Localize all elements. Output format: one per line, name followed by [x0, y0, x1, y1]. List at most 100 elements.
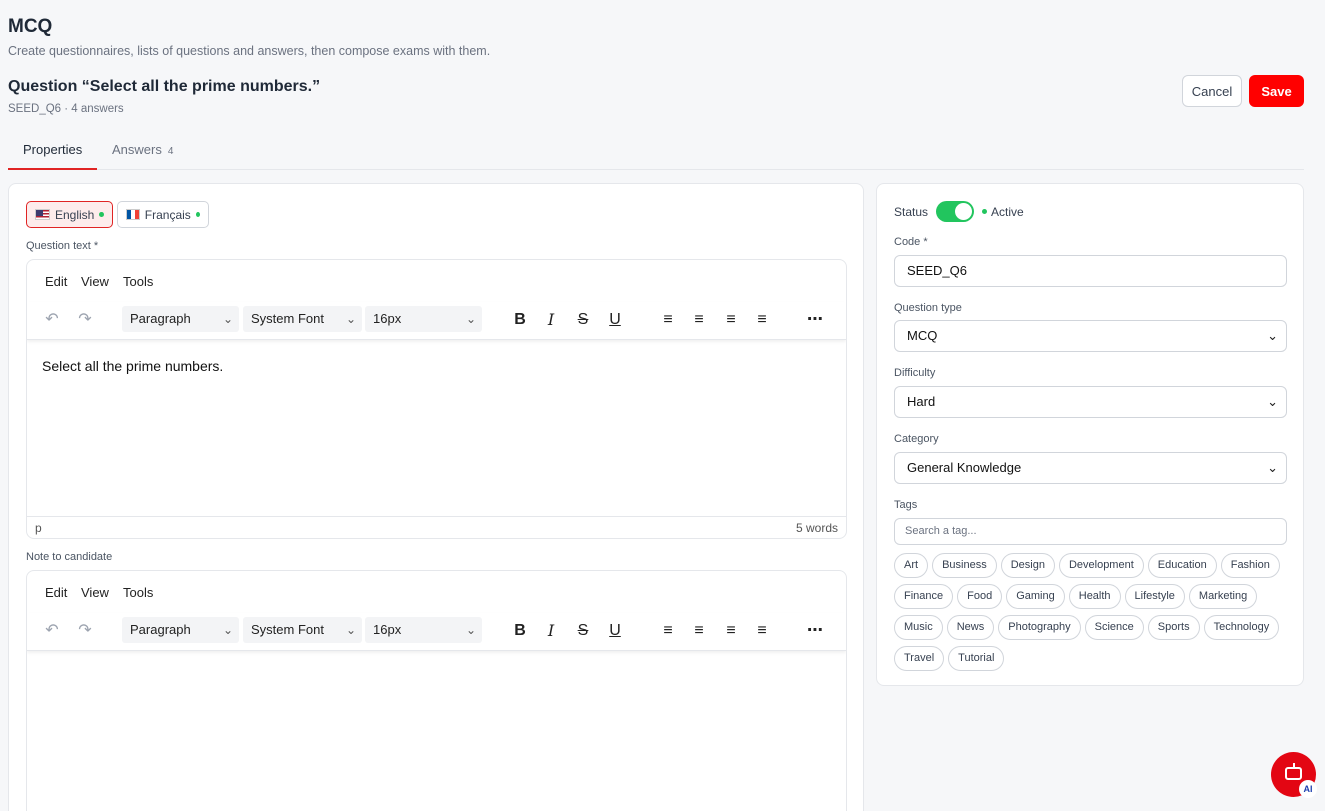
properties-card: Status Active Code * SEED_Q6 Question ty…: [876, 183, 1304, 686]
question-text-label: Question text *: [26, 240, 99, 252]
question-type-select[interactable]: MCQ ⌄: [894, 320, 1287, 352]
assistant-bot-button[interactable]: AI: [1271, 752, 1317, 798]
align-center-icon[interactable]: ≡: [688, 302, 710, 338]
question-text-content[interactable]: Select all the prime numbers.: [42, 358, 223, 374]
note-to-candidate-editor: Edit View Tools ↶ ↷ Paragraph ⌄ System Fo…: [26, 570, 847, 811]
word-count[interactable]: 5 words: [796, 521, 838, 535]
status-dot: [982, 209, 988, 214]
tag-chip[interactable]: News: [946, 615, 995, 640]
font-family-select[interactable]: System Font ⌄: [243, 617, 362, 643]
language-status-dot: [99, 212, 104, 217]
category-select[interactable]: General Knowledge ⌄: [894, 452, 1287, 484]
tab-bar: Properties Answers 4: [8, 130, 1304, 170]
tag-chip[interactable]: Fashion: [1220, 553, 1280, 578]
tag-chip[interactable]: Food: [957, 584, 1003, 609]
tag-chip[interactable]: Sports: [1147, 615, 1200, 640]
status-toggle[interactable]: [936, 201, 975, 222]
tag-chip[interactable]: Design: [1000, 553, 1055, 578]
menu-view[interactable]: View: [81, 585, 109, 600]
tag-chip[interactable]: Finance: [894, 584, 954, 609]
menu-tools[interactable]: Tools: [123, 585, 153, 600]
font-size-value: 16px: [373, 622, 402, 637]
us-flag-icon: [35, 209, 50, 220]
tag-chip[interactable]: Tutorial: [948, 646, 1005, 671]
tag-chip[interactable]: Gaming: [1006, 584, 1065, 609]
menu-view[interactable]: View: [81, 274, 109, 289]
bold-icon[interactable]: B: [509, 613, 531, 649]
align-left-icon[interactable]: ≡: [657, 302, 679, 338]
difficulty-select[interactable]: Hard ⌄: [894, 386, 1287, 418]
chevron-down-icon: ⌄: [1267, 328, 1278, 343]
language-label: English: [55, 207, 95, 222]
chevron-down-icon: ⌄: [345, 312, 356, 326]
italic-icon[interactable]: I: [540, 613, 562, 649]
tag-chip[interactable]: Business: [932, 553, 997, 578]
category-label: Category: [894, 433, 939, 445]
question-type-value: MCQ: [907, 328, 938, 343]
tag-chip[interactable]: Photography: [998, 615, 1081, 640]
align-right-icon[interactable]: ≡: [720, 302, 742, 338]
difficulty-label: Difficulty: [894, 367, 936, 379]
more-icon[interactable]: ⋯: [804, 302, 826, 338]
align-right-icon[interactable]: ≡: [720, 613, 742, 649]
question-text-editor: Edit View Tools ↶ ↷ Paragraph ⌄ System Fo…: [26, 259, 847, 539]
undo-icon[interactable]: ↶: [41, 613, 63, 649]
bold-icon[interactable]: B: [509, 302, 531, 338]
tag-chip[interactable]: Health: [1068, 584, 1121, 609]
tag-search-input[interactable]: Search a tag...: [894, 518, 1287, 545]
tab-properties-label: Properties: [23, 142, 83, 157]
underline-icon[interactable]: U: [604, 613, 626, 649]
strikethrough-icon[interactable]: S: [572, 302, 594, 338]
cancel-button[interactable]: Cancel: [1182, 75, 1242, 107]
align-justify-icon[interactable]: ≡: [751, 302, 773, 338]
font-size-select[interactable]: 16px ⌄: [365, 306, 482, 332]
chevron-down-icon: ⌄: [1267, 394, 1278, 409]
tag-chip[interactable]: Lifestyle: [1124, 584, 1185, 609]
align-center-icon[interactable]: ≡: [688, 613, 710, 649]
block-format-value: Paragraph: [130, 311, 191, 326]
block-format-select[interactable]: Paragraph ⌄: [122, 306, 239, 332]
redo-icon[interactable]: ↷: [74, 613, 96, 649]
tag-chip[interactable]: Marketing: [1188, 584, 1258, 609]
language-english-button[interactable]: English: [26, 201, 113, 228]
question-type-label: Question type: [894, 302, 962, 314]
element-path[interactable]: p: [35, 521, 42, 535]
strikethrough-icon[interactable]: S: [572, 613, 594, 649]
italic-icon[interactable]: I: [540, 302, 562, 338]
language-french-button[interactable]: Français: [117, 201, 209, 228]
undo-icon[interactable]: ↶: [41, 302, 63, 338]
align-left-icon[interactable]: ≡: [657, 613, 679, 649]
question-title: Question “Select all the prime numbers.”: [8, 78, 321, 95]
more-icon[interactable]: ⋯: [804, 613, 826, 649]
tag-chip[interactable]: Technology: [1203, 615, 1280, 640]
menu-edit[interactable]: Edit: [45, 585, 67, 600]
tag-chip[interactable]: Travel: [894, 646, 945, 671]
menu-tools[interactable]: Tools: [123, 274, 153, 289]
align-justify-icon[interactable]: ≡: [751, 613, 773, 649]
save-button[interactable]: Save: [1249, 75, 1304, 107]
tab-answers[interactable]: Answers 4: [97, 130, 188, 170]
status-label: Status: [894, 204, 929, 219]
tab-properties[interactable]: Properties: [8, 130, 98, 170]
redo-icon[interactable]: ↷: [74, 302, 96, 338]
tag-chip[interactable]: Development: [1058, 553, 1144, 578]
fr-flag-icon: [126, 209, 140, 220]
editor-menubar: Edit View Tools: [27, 571, 846, 613]
tag-chip[interactable]: Science: [1084, 615, 1144, 640]
chevron-down-icon: ⌄: [1267, 460, 1278, 475]
block-format-select[interactable]: Paragraph ⌄: [122, 617, 239, 643]
menu-edit[interactable]: Edit: [45, 274, 67, 289]
app-title: MCQ: [8, 16, 53, 37]
underline-icon[interactable]: U: [604, 302, 626, 338]
code-input[interactable]: SEED_Q6: [894, 255, 1287, 287]
tab-answers-count: 4: [167, 146, 174, 157]
font-family-value: System Font: [251, 311, 324, 326]
tag-list: Art Business Design Development Educatio…: [894, 553, 1294, 671]
tag-chip[interactable]: Education: [1147, 553, 1217, 578]
font-family-select[interactable]: System Font ⌄: [243, 306, 362, 332]
tag-chip[interactable]: Music: [894, 615, 943, 640]
tag-chip[interactable]: Art: [894, 553, 929, 578]
font-size-select[interactable]: 16px ⌄: [365, 617, 482, 643]
question-content-card: English Français Question text * Edit Vi…: [8, 183, 864, 811]
chevron-down-icon: ⌄: [465, 312, 476, 326]
